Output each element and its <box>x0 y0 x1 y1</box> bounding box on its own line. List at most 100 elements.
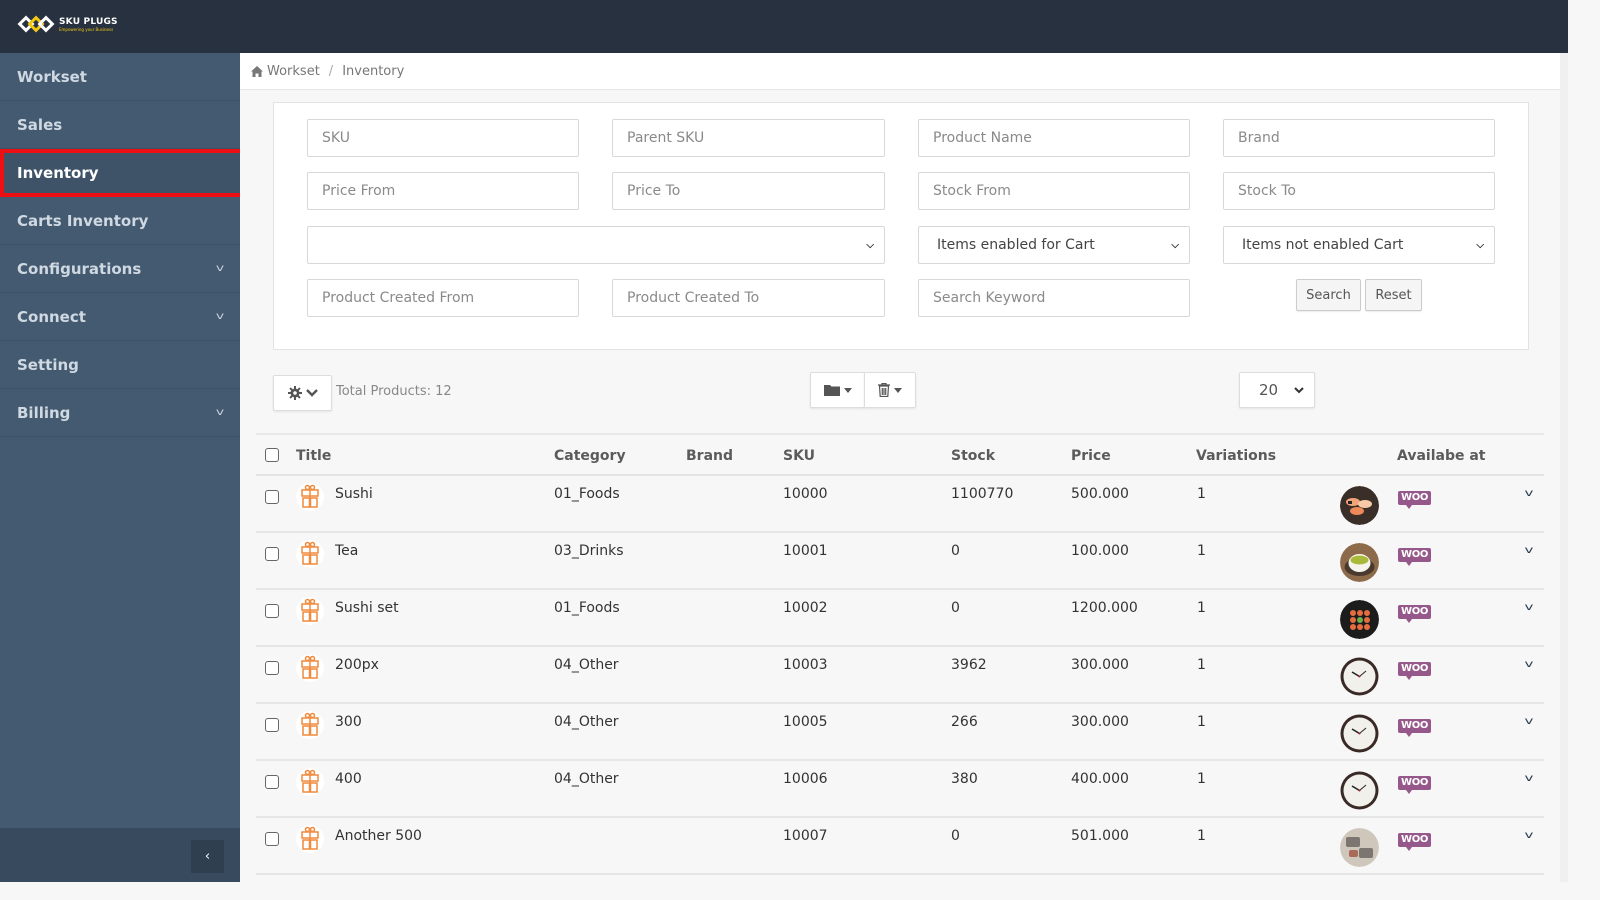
row-checkbox[interactable] <box>265 661 279 675</box>
sku-input[interactable] <box>322 130 564 146</box>
created-from-input[interactable] <box>322 290 564 306</box>
row-checkbox[interactable] <box>265 775 279 789</box>
column-price[interactable]: Price <box>1071 448 1111 464</box>
brand-field[interactable] <box>1223 119 1495 157</box>
created-from-field[interactable] <box>307 279 579 317</box>
column-title[interactable]: Title <box>296 448 331 464</box>
table-row[interactable]: Sushi set 01_Foods 10002 0 1200.000 1 WOO v <box>256 590 1544 647</box>
settings-dropdown-button[interactable] <box>273 375 332 411</box>
table-row[interactable]: Another 500 10007 0 501.000 1 WOO v <box>256 818 1544 875</box>
expand-row-chevron-icon[interactable]: v <box>1525 602 1534 613</box>
price-from-input[interactable] <box>322 183 564 199</box>
woocommerce-icon: WOO <box>1398 662 1432 680</box>
stock-to-input[interactable] <box>1238 183 1480 199</box>
cart-enabled-select-value: Items enabled for Cart <box>937 237 1095 253</box>
expand-row-chevron-icon[interactable]: v <box>1525 659 1534 670</box>
product-image[interactable] <box>1340 657 1379 696</box>
caret-down-icon <box>843 387 852 393</box>
select-all-checkbox[interactable] <box>265 448 279 462</box>
keyword-field[interactable] <box>918 279 1190 317</box>
table-row[interactable]: 400 04_Other 10006 380 400.000 1 WOO v <box>256 761 1544 818</box>
stock-from-field[interactable] <box>918 172 1190 210</box>
sidebar-item-configurations[interactable]: Configurations v <box>0 245 240 293</box>
row-checkbox[interactable] <box>265 604 279 618</box>
sidebar-item-sales[interactable]: Sales <box>0 101 240 149</box>
collapse-sidebar-button[interactable]: ‹ <box>191 840 224 873</box>
cell-title[interactable]: Another 500 <box>335 828 422 844</box>
sidebar-item-label: Sales <box>17 115 63 134</box>
delete-actions-button[interactable] <box>864 372 916 408</box>
cell-title[interactable]: 300 <box>335 714 362 730</box>
main-content: Workset / Inventory ⌵ Items enabled for … <box>240 53 1560 882</box>
product-image[interactable] <box>1340 543 1379 582</box>
column-brand[interactable]: Brand <box>686 448 733 464</box>
cart-not-enabled-select[interactable]: Items not enabled Cart ⌵ <box>1223 226 1495 264</box>
product-image[interactable] <box>1340 828 1379 867</box>
cell-variations: 1 <box>1197 600 1206 616</box>
column-available-at[interactable]: Availabe at <box>1397 448 1485 464</box>
stock-from-input[interactable] <box>933 183 1175 199</box>
cart-enabled-select[interactable]: Items enabled for Cart ⌵ <box>918 226 1190 264</box>
table-row[interactable]: Tea 03_Drinks 10001 0 100.000 1 WOO v <box>256 533 1544 590</box>
row-checkbox[interactable] <box>265 490 279 504</box>
page-size-select[interactable]: 20 <box>1239 372 1315 408</box>
filter-panel: ⌵ Items enabled for Cart ⌵ Items not ena… <box>273 102 1529 350</box>
logo[interactable]: SKU PLUGS Empowering your Business <box>17 14 118 36</box>
expand-row-chevron-icon[interactable]: v <box>1525 716 1534 727</box>
breadcrumb-home[interactable]: Workset <box>267 64 320 79</box>
sidebar-item-billing[interactable]: Billing v <box>0 389 240 437</box>
sidebar-item-workset[interactable]: Workset <box>0 53 240 101</box>
sidebar-item-setting[interactable]: Setting <box>0 341 240 389</box>
expand-row-chevron-icon[interactable]: v <box>1525 830 1534 841</box>
table-row[interactable]: Sushi 01_Foods 10000 1100770 500.000 1 WOO v <box>256 476 1544 533</box>
product-image[interactable] <box>1340 771 1379 810</box>
price-to-field[interactable] <box>612 172 885 210</box>
column-variations[interactable]: Variations <box>1196 448 1276 464</box>
product-image[interactable] <box>1340 600 1379 639</box>
sidebar-item-carts-inventory[interactable]: Carts Inventory <box>0 197 240 245</box>
column-stock[interactable]: Stock <box>951 448 995 464</box>
sidebar-item-connect[interactable]: Connect v <box>0 293 240 341</box>
row-checkbox[interactable] <box>265 718 279 732</box>
cell-title[interactable]: 200px <box>335 657 379 673</box>
expand-row-chevron-icon[interactable]: v <box>1525 773 1534 784</box>
price-from-field[interactable] <box>307 172 579 210</box>
created-to-field[interactable] <box>612 279 885 317</box>
cell-title[interactable]: Sushi set <box>335 600 399 616</box>
column-sku[interactable]: SKU <box>783 448 815 464</box>
expand-row-chevron-icon[interactable]: v <box>1525 545 1534 556</box>
column-category[interactable]: Category <box>554 448 626 464</box>
product-image[interactable] <box>1340 714 1379 753</box>
product-name-input[interactable] <box>933 130 1175 146</box>
cell-title[interactable]: Tea <box>335 543 358 559</box>
reset-button[interactable]: Reset <box>1365 279 1422 311</box>
row-checkbox[interactable] <box>265 547 279 561</box>
product-image[interactable] <box>1340 486 1379 525</box>
table-row[interactable]: 200px 04_Other 10003 3962 300.000 1 WOO v <box>256 647 1544 704</box>
chevron-down-icon: v <box>215 407 225 418</box>
parent-sku-input[interactable] <box>627 130 870 146</box>
sku-field[interactable] <box>307 119 579 157</box>
expand-row-chevron-icon[interactable]: v <box>1525 488 1534 499</box>
product-name-field[interactable] <box>918 119 1190 157</box>
sidebar-footer: ‹ <box>0 828 240 882</box>
parent-sku-field[interactable] <box>612 119 885 157</box>
brand-tagline: Empowering your Business <box>59 27 114 32</box>
row-checkbox[interactable] <box>265 832 279 846</box>
cell-title[interactable]: Sushi <box>335 486 373 502</box>
table-row[interactable]: 300 04_Other 10005 266 300.000 1 WOO v <box>256 704 1544 761</box>
price-to-input[interactable] <box>627 183 870 199</box>
created-to-input[interactable] <box>627 290 870 306</box>
cell-sku: 10001 <box>783 543 828 559</box>
stock-to-field[interactable] <box>1223 172 1495 210</box>
cell-title[interactable]: 400 <box>335 771 362 787</box>
category-actions-button[interactable] <box>810 372 865 408</box>
sidebar-item-inventory[interactable]: Inventory <box>0 149 244 197</box>
search-button[interactable]: Search <box>1296 279 1361 311</box>
cell-category: 01_Foods <box>554 486 620 502</box>
page-scrollbar[interactable] <box>1560 53 1568 882</box>
keyword-input[interactable] <box>933 290 1175 306</box>
cell-variations: 1 <box>1197 828 1206 844</box>
brand-input[interactable] <box>1238 130 1480 146</box>
category-select[interactable]: ⌵ <box>307 226 885 264</box>
